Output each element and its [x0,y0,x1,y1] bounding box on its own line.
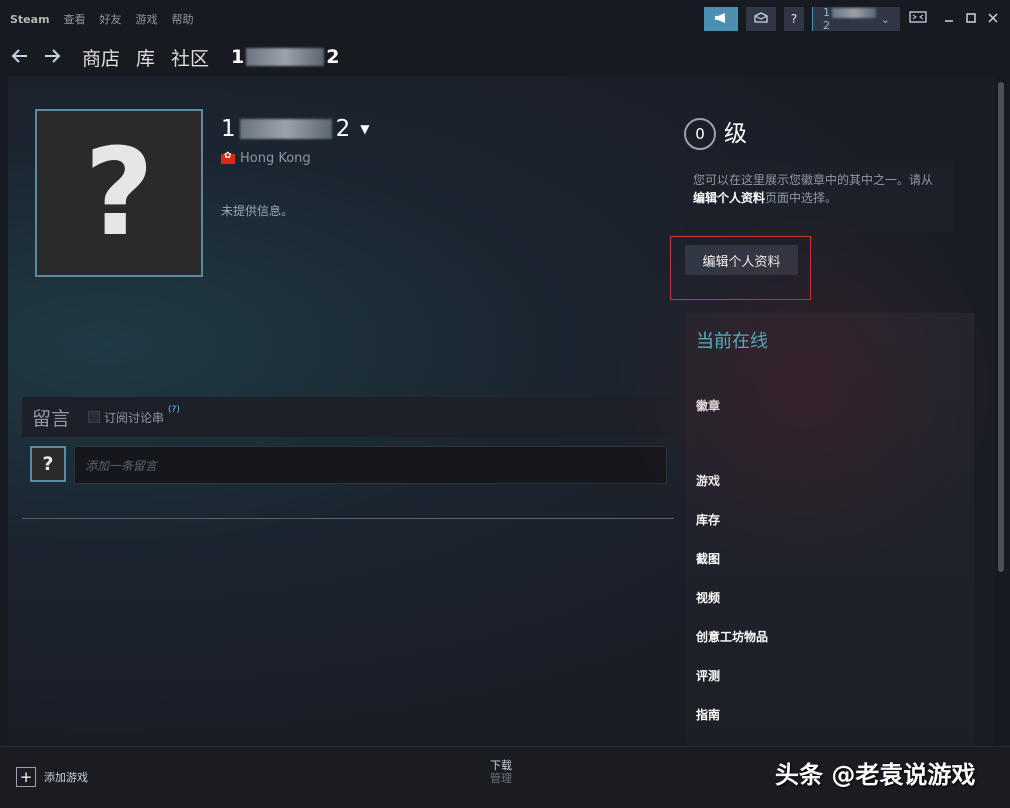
maximize-icon [966,12,976,27]
menu-view[interactable]: 查看 [64,11,86,27]
comments-title: 留言 [32,407,71,430]
big-picture-icon [909,11,927,27]
minimize-icon [944,12,954,27]
nav-username-blur [246,48,325,66]
profile-avatar: ? [35,109,203,277]
profile-location: Hong Kong [221,151,311,166]
link-badges[interactable]: 徽章 [696,397,720,414]
link-inventory[interactable]: 库存 [696,511,720,528]
downloads-label: 下载 [490,759,512,772]
help-question-icon[interactable]: (?) [168,405,180,415]
level-label: 级 [724,121,747,147]
badge-hint-text-2: 页面中选择。 [765,191,838,205]
envelope-icon [754,12,768,26]
badge-hint: 您可以在这里展示您徽章中的其中之一。请从编辑个人资料页面中选择。 [685,162,953,232]
bottom-bar: + 添加游戏 下载 管理 头条 @老袁说游戏 [0,746,1010,808]
link-reviews[interactable]: 评测 [696,667,720,684]
downloads-status[interactable]: 下载 管理 [490,759,512,785]
main-menu: Steam 查看 好友 游戏 帮助 [0,0,208,38]
hong-kong-flag-icon [221,151,235,164]
edit-profile-button[interactable]: 编辑个人资料 [685,245,798,275]
comments-divider [22,518,674,519]
link-screenshots[interactable]: 截图 [696,550,720,567]
account-name: 12 [823,6,881,32]
subscribe-label: 订阅讨论串 [104,410,165,425]
menu-steam[interactable]: Steam [10,13,50,26]
menu-bar: Steam 查看 好友 游戏 帮助 ? 12 ⌄ [0,0,1010,38]
location-text: Hong Kong [240,151,311,166]
megaphone-icon [714,12,728,27]
profile-name-blur [239,119,332,139]
nav-bar: 商店 库 社区 1 2 [0,38,1010,76]
profile-name-suffix: 2 [335,116,351,142]
nav-community[interactable]: 社区 [171,44,209,71]
profile-name-prefix: 1 [221,116,236,142]
nav-username[interactable]: 1 2 [231,46,339,68]
caret-down-icon: ▼ [360,122,370,136]
help-button[interactable]: ? [784,7,804,31]
add-game-button[interactable]: + 添加游戏 [16,767,88,787]
link-videos[interactable]: 视频 [696,589,720,606]
manage-label: 管理 [490,772,512,785]
chevron-down-icon: ⌄ [880,12,890,26]
comment-input[interactable]: 添加一条留言 [74,446,667,484]
link-workshop[interactable]: 创意工坊物品 [696,628,768,645]
comment-avatar: ? [30,446,66,482]
profile-page: ? 1 2 ▼ Hong Kong 未提供信息。 0 级 您可以在这里展示您徽章… [8,76,994,746]
profile-summary: 未提供信息。 [221,204,294,218]
arrow-right-icon [43,45,61,69]
menu-help[interactable]: 帮助 [172,11,194,27]
maximize-button[interactable] [960,7,982,31]
scrollbar-thumb[interactable] [998,82,1004,572]
badge-hint-link[interactable]: 编辑个人资料 [693,191,765,205]
close-icon [988,12,998,27]
nav-library[interactable]: 库 [136,44,155,71]
forward-button[interactable] [36,45,68,69]
watermark: 头条 @老袁说游戏 [775,761,976,789]
nav-username-suffix: 2 [326,46,340,68]
add-game-label: 添加游戏 [44,771,88,784]
subscribe-checkbox[interactable] [88,411,101,423]
badge-hint-text-1: 您可以在这里展示您徽章中的其中之一。请从 [693,173,934,187]
comments-header: 留言 订阅讨论串 (?) [22,397,674,437]
subscribe-thread[interactable]: 订阅讨论串 (?) [88,405,180,426]
online-status: 当前在线 [696,331,768,352]
plus-icon: + [16,767,36,787]
account-menu-button[interactable]: 12 ⌄ [812,6,900,32]
minimize-button[interactable] [938,7,960,31]
level-badge: 0 [684,118,716,150]
nav-store[interactable]: 商店 [82,44,120,71]
back-button[interactable] [4,45,36,69]
arrow-left-icon [11,45,29,69]
online-panel: 当前在线 徽章 游戏 库存 截图 视频 创意工坊物品 评测 指南 [686,313,974,746]
profile-name[interactable]: 1 2 ▼ [221,116,370,142]
announcement-button[interactable] [704,7,738,31]
menu-games[interactable]: 游戏 [136,11,158,27]
vertical-scrollbar[interactable] [994,76,1010,746]
close-button[interactable] [982,7,1004,31]
top-right-controls: ? 12 ⌄ [704,0,1010,38]
link-guides[interactable]: 指南 [696,706,720,723]
big-picture-button[interactable] [908,7,928,31]
notifications-button[interactable] [746,7,776,31]
menu-friends[interactable]: 好友 [100,11,122,27]
nav-username-prefix: 1 [231,46,245,68]
link-games[interactable]: 游戏 [696,472,720,489]
